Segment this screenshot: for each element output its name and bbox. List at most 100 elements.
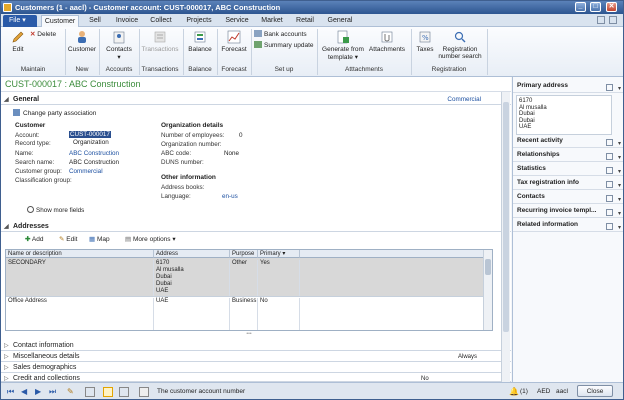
table-cell-name[interactable]: SECONDARY [6, 260, 154, 296]
factbox-recent-activity[interactable]: Recent activity ▾ [513, 134, 623, 148]
maximize-button[interactable]: □ [590, 2, 601, 12]
scrollbar-thumb[interactable] [503, 102, 509, 332]
contacts-button[interactable]: Contacts ▾ [102, 30, 136, 61]
taxes-label: Taxes [416, 46, 434, 53]
employees-field[interactable]: 0 [239, 132, 243, 139]
fasttab-credit-and-collections[interactable]: ▷ Credit and collections No [1, 374, 511, 382]
add-address-button[interactable]: ✚ Add [25, 235, 43, 243]
factbox-controls[interactable]: ▾ [605, 82, 621, 96]
show-more-label: Show more fields [36, 207, 85, 214]
edit-mode-icon[interactable]: ✎ [67, 387, 76, 396]
tab-sell[interactable]: Sell [83, 15, 107, 27]
attachments-button[interactable]: Attachments [367, 30, 407, 53]
factbox-title: Contacts [517, 193, 545, 200]
balance-button[interactable]: Balance [185, 30, 215, 53]
factbox-recurring-invoice-templates[interactable]: Recurring invoice templ... ▾ [513, 204, 623, 218]
new-customer-button[interactable]: Customer [67, 30, 97, 53]
language-field[interactable]: en-us [222, 193, 238, 200]
generate-from-template-button[interactable]: Generate from template ▾ [319, 30, 367, 61]
notification-bell-icon[interactable]: 🔔 [509, 387, 519, 396]
first-record-icon[interactable]: ⏮ [7, 387, 16, 396]
tab-general[interactable]: General [325, 15, 355, 27]
main-scrollbar[interactable] [501, 92, 510, 382]
customer-group-field[interactable]: Commercial [69, 168, 103, 175]
last-record-icon[interactable]: ⏭ [49, 387, 58, 396]
more-options-button[interactable]: ▤ More options ▾ [125, 235, 176, 243]
tab-market[interactable]: Market [258, 15, 286, 27]
table-cell-primary[interactable]: Yes [258, 260, 300, 296]
tab-customer[interactable]: Customer [41, 15, 79, 27]
factbox-related-information[interactable]: Related information ▾ [513, 218, 623, 235]
account-field[interactable]: CUST-000017 [69, 131, 111, 138]
factbox-relationships[interactable]: Relationships ▾ [513, 148, 623, 162]
tab-projects[interactable]: Projects [183, 15, 215, 27]
group-setup-label: Set up [274, 66, 294, 73]
summary-update-button[interactable]: Summary update [254, 41, 316, 49]
table-cell-purpose[interactable]: Other [230, 260, 258, 296]
change-party-association-button[interactable]: Change party association [13, 109, 96, 117]
delete-button[interactable]: ✕ Delete [30, 30, 62, 38]
map-button[interactable]: ▦ Map [89, 235, 110, 243]
expand-arrow-icon: ▷ [4, 354, 9, 360]
tab-service[interactable]: Service [222, 15, 252, 27]
next-record-icon[interactable]: ▶ [35, 387, 44, 396]
bank-accounts-button[interactable]: Bank accounts [254, 30, 316, 38]
organization-details-heading: Organization details [161, 122, 224, 129]
table-cell-address[interactable]: UAE [154, 298, 230, 330]
column-header-primary[interactable]: Primary ▾ [258, 250, 300, 258]
classification-group-label: Classification group: [15, 177, 72, 184]
fasttab-general[interactable]: ◢ General Commercial [1, 95, 511, 105]
bank-accounts-label: Bank accounts [264, 31, 307, 38]
view-form-icon[interactable] [119, 387, 129, 397]
tab-invoice[interactable]: Invoice [112, 15, 142, 27]
view-grid-icon[interactable] [85, 387, 95, 397]
table-cell-address[interactable]: 6170 Al musalla Dubai Dubai UAE [154, 260, 230, 296]
factbox-title: Statistics [517, 165, 546, 172]
factbox-tax-registration[interactable]: Tax registration info ▾ [513, 176, 623, 190]
row-divider [6, 296, 484, 297]
factbox-primary-address[interactable]: Primary address ▾ [513, 79, 623, 96]
close-window-button[interactable]: ✕ [606, 2, 617, 12]
factbox-statistics[interactable]: Statistics ▾ [513, 162, 623, 176]
tab-collect[interactable]: Collect [147, 15, 175, 27]
search-name-field[interactable]: ABC Construction [69, 159, 119, 166]
column-header-name[interactable]: Name or description [6, 250, 154, 258]
table-cell-primary[interactable]: No [258, 298, 300, 330]
forecast-button[interactable]: Forecast [219, 30, 249, 53]
table-cell-purpose[interactable]: Business [230, 298, 258, 330]
table-cell-name[interactable]: Office Address [6, 298, 154, 330]
name-field[interactable]: ABC Construction [69, 150, 119, 157]
fasttab-contact-information[interactable]: ▷ Contact information [1, 341, 511, 351]
close-button[interactable]: Close [577, 385, 613, 397]
file-tab[interactable]: File ▾ [3, 15, 37, 27]
tab-retail[interactable]: Retail [293, 15, 317, 27]
factbox-settings-icon [605, 153, 613, 160]
edit-label: Edit [12, 46, 24, 53]
abc-code-field[interactable]: None [224, 150, 239, 157]
transactions-button[interactable]: Transactions [141, 30, 179, 53]
bank-icon [254, 30, 262, 37]
grid-scrollbar[interactable] [483, 250, 492, 330]
grid-resize-handle[interactable]: ••• [5, 332, 493, 337]
taxes-button[interactable]: % Taxes [413, 30, 437, 53]
record-type-field[interactable]: Organization [73, 139, 109, 146]
edit-address-button[interactable]: ✎ Edit [59, 235, 77, 243]
factbox-contacts[interactable]: Contacts ▾ [513, 190, 623, 204]
scrollbar-thumb[interactable] [485, 259, 491, 275]
document-icon[interactable] [139, 387, 149, 397]
column-header-address[interactable]: Address [154, 250, 230, 258]
fasttab-miscellaneous-details[interactable]: ▷ Miscellaneous details Always [1, 352, 511, 362]
previous-record-icon[interactable]: ◀ [21, 387, 30, 396]
minimize-ribbon-icon[interactable] [609, 16, 617, 24]
edit-button[interactable]: Edit [7, 30, 29, 53]
minimize-button[interactable]: _ [575, 2, 586, 12]
fasttab-addresses[interactable]: ◢ Addresses [1, 222, 511, 232]
fasttab-sales-demographics[interactable]: ▷ Sales demographics [1, 363, 511, 373]
view-details-icon[interactable] [103, 387, 113, 397]
help-icon[interactable] [597, 16, 606, 24]
group-balance-label: Balance [188, 66, 212, 73]
column-header-purpose[interactable]: Purpose [230, 250, 258, 258]
show-more-fields-button[interactable]: Show more fields [27, 206, 84, 214]
factbox-controls[interactable]: ▾ [605, 221, 621, 235]
registration-number-search-button[interactable]: Registration number search [437, 30, 483, 60]
